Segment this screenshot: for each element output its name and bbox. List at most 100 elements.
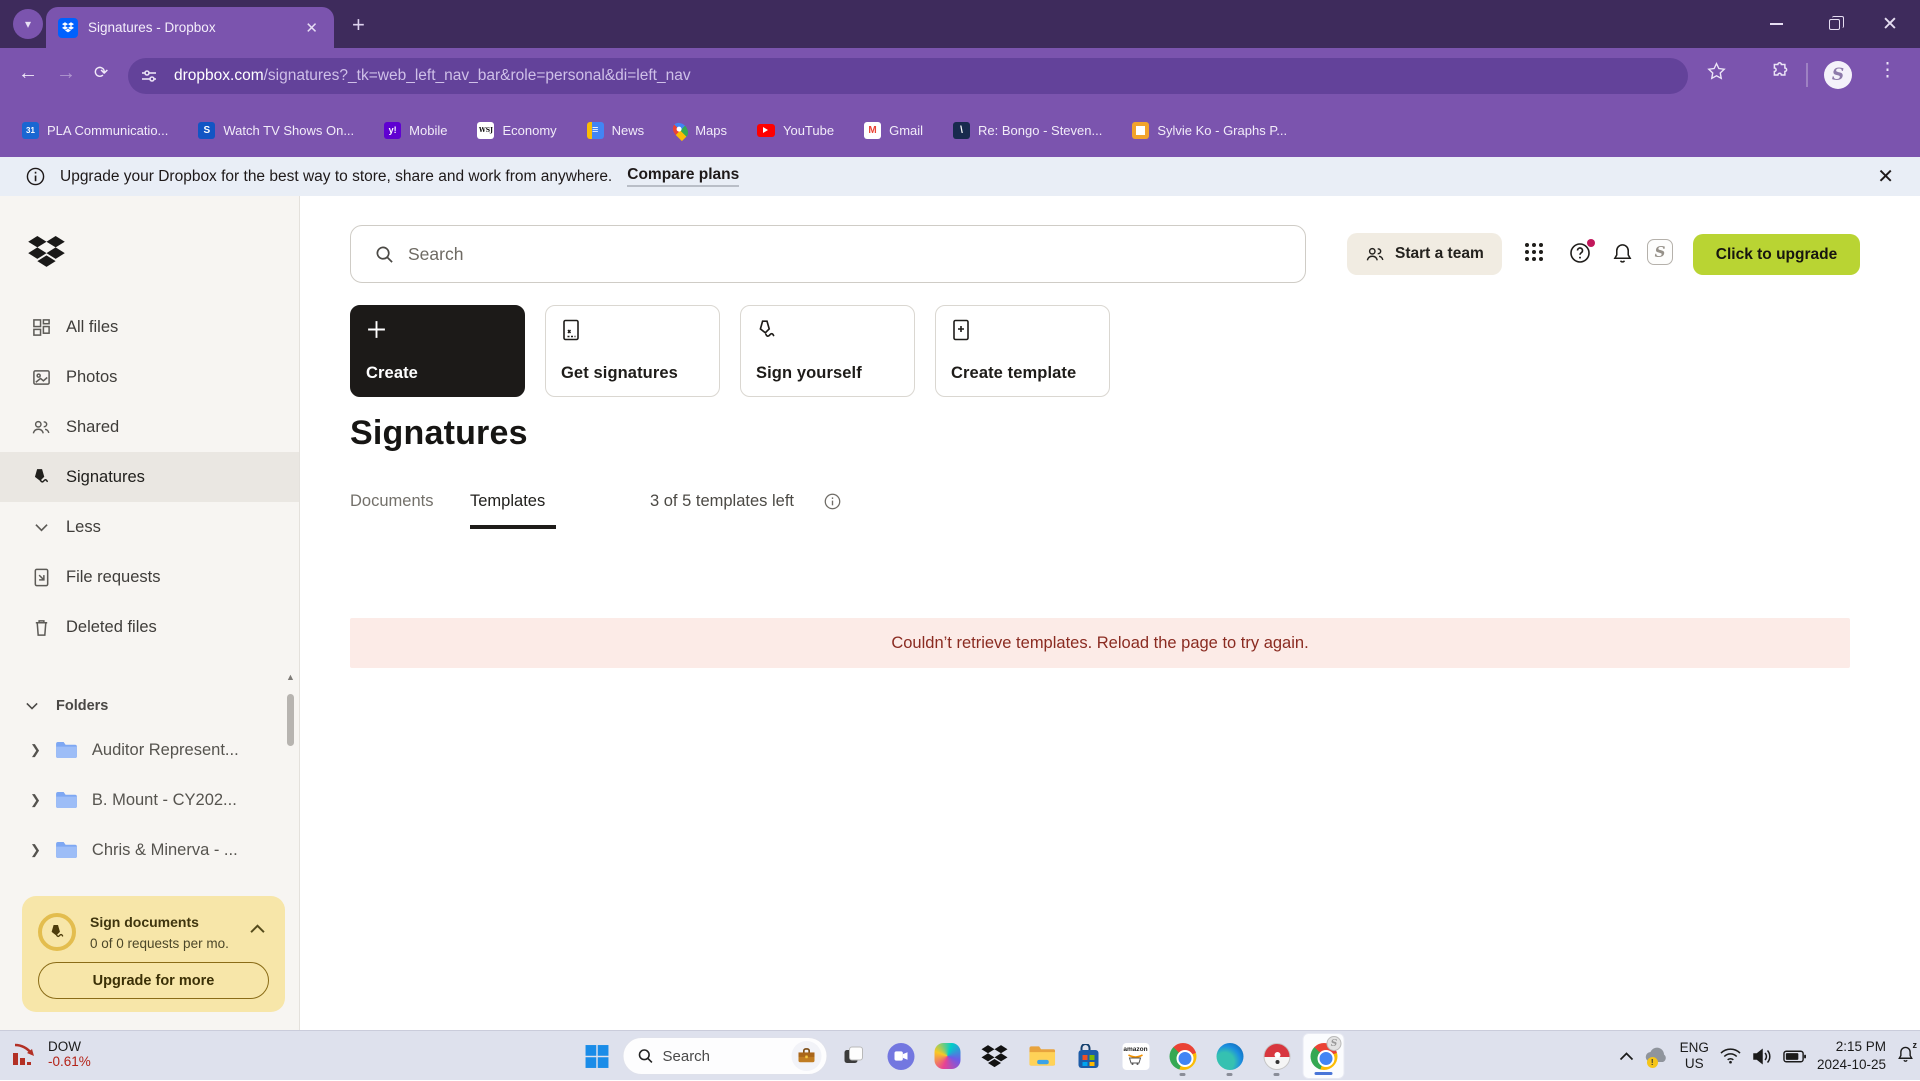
battery-icon[interactable] [1783,1050,1806,1063]
search-bar[interactable] [350,225,1306,283]
search-input[interactable] [408,243,1281,265]
upgrade-for-more-button[interactable]: Upgrade for more [38,962,269,999]
teams-chat-icon[interactable] [880,1033,922,1079]
dropbox-favicon [58,17,78,38]
browser-tab[interactable]: Signatures - Dropbox ✕ [46,7,334,48]
forward-button[interactable]: → [56,62,76,85]
new-tab-button[interactable]: + [352,12,365,38]
weather-alert-icon[interactable]: ! [1645,1046,1669,1068]
apps-grid-icon[interactable] [1524,242,1544,267]
sidebar-folder-chris-minerva[interactable]: ❯ Chris & Minerva - ... [0,825,299,875]
chevron-right-icon[interactable]: ❯ [30,742,41,758]
bookmark-item[interactable]: \ Re: Bongo - Steven... [953,121,1102,139]
wifi-icon[interactable] [1720,1048,1741,1064]
get-signatures-button[interactable]: Get signatures [545,305,720,397]
chevron-up-icon[interactable] [250,920,265,937]
bookmark-item[interactable]: M Gmail [864,121,923,139]
gmail-icon: M [864,121,882,139]
sidebar-item-all-files[interactable]: All files [0,302,299,352]
tray-chevron-up-icon[interactable] [1619,1051,1634,1061]
back-button[interactable]: ← [18,62,38,85]
site-settings-icon[interactable] [136,63,162,89]
tab-close-icon[interactable]: ✕ [301,17,322,39]
spectrum-icon: S [198,121,216,139]
window-minimize-button[interactable] [1748,0,1804,48]
taskbar-search[interactable] [622,1037,828,1075]
start-button[interactable] [576,1033,618,1079]
task-view-button[interactable] [833,1033,875,1079]
bookmark-item[interactable]: ≡ News [586,121,644,139]
tab-search-button[interactable]: ▾ [13,9,43,39]
microsoft-store-icon[interactable] [1068,1033,1110,1079]
sidebar-item-signatures[interactable]: Signatures [0,452,299,502]
chevron-right-icon[interactable]: ❯ [30,842,41,858]
file-explorer-icon[interactable] [1021,1033,1063,1079]
taskbar-search-input[interactable] [662,1047,763,1065]
create-button[interactable]: Create [350,305,525,397]
compare-plans-link[interactable]: Compare plans [627,166,740,187]
bell-icon[interactable] [1612,242,1633,269]
scroll-up-icon[interactable]: ▲ [286,672,295,682]
bookmark-item[interactable]: Maps [670,119,727,141]
window-restore-button[interactable] [1806,0,1862,48]
sidebar-item-shared[interactable]: Shared [0,402,299,452]
folders-header[interactable]: Folders [0,690,299,722]
tab-templates[interactable]: Templates [470,492,545,511]
browser-titlebar: ▾ Signatures - Dropbox ✕ + ✕ [0,0,1920,48]
sidebar-folder-bmount[interactable]: ❯ B. Mount - CY202... [0,775,299,825]
taskbar-clock[interactable]: 2:15 PM 2024-10-25 [1817,1038,1886,1073]
account-avatar[interactable]: S [1647,239,1673,265]
edge-icon[interactable] [1209,1033,1251,1079]
bookmark-item[interactable]: 31 PLA Communicatio... [22,121,168,139]
scrollbar-thumb[interactable] [287,694,294,746]
notifications-bell-icon[interactable]: z [1897,1040,1917,1068]
create-template-button[interactable]: Create template [935,305,1110,397]
banner-close-icon[interactable]: ✕ [1877,164,1894,189]
chevron-right-icon[interactable]: ❯ [30,792,41,808]
sidebar-item-file-requests[interactable]: File requests [0,552,299,602]
sidebar-folder-auditor[interactable]: ❯ Auditor Represent... [0,725,299,775]
info-icon[interactable] [824,493,841,515]
quota-title: Sign documents [90,914,199,930]
bookmark-star-icon[interactable] [1706,61,1727,87]
folder-icon [55,791,77,809]
browser-profile-avatar[interactable]: S [1824,61,1852,89]
copilot-icon[interactable] [927,1033,969,1079]
start-a-team-button[interactable]: Start a team [1347,233,1502,275]
bookmark-item[interactable]: WSJ Economy [477,121,557,139]
bookmark-item[interactable]: S Watch TV Shows On... [198,121,354,139]
sidebar-item-deleted-files[interactable]: Deleted files [0,602,299,652]
bookmark-item[interactable]: YouTube [756,123,834,138]
window-close-button[interactable]: ✕ [1862,0,1918,48]
bookmark-item[interactable]: Sylvie Ko - Graphs P... [1132,121,1287,139]
bookmark-item[interactable]: y! Mobile [384,121,447,139]
taskbar-stock-widget[interactable]: DOW -0.61% [10,1039,91,1069]
language-indicator[interactable]: ENG US [1680,1040,1709,1072]
search-icon [638,1049,653,1063]
chrome-icon[interactable] [1162,1033,1204,1079]
click-to-upgrade-button[interactable]: Click to upgrade [1693,234,1860,275]
tab-documents[interactable]: Documents [350,492,433,511]
browser-menu-icon[interactable]: ⋮ [1878,59,1897,82]
extensions-icon[interactable] [1770,61,1791,87]
quota-subtitle: 0 of 0 requests per mo. [90,936,229,951]
banner-message: Upgrade your Dropbox for the best way to… [60,167,613,185]
page-title: Signatures [350,414,528,452]
password-manager-icon[interactable] [1256,1033,1298,1079]
dropbox-logo[interactable] [28,236,65,273]
sidebar-scrollbar[interactable]: ▲ ▼ [286,672,295,1056]
info-icon [26,167,45,186]
sidebar-item-less[interactable]: Less [0,502,299,552]
sidebar-item-photos[interactable]: Photos [0,352,299,402]
url-text: dropbox.com/signatures?_tk=web_left_nav_… [174,67,691,84]
dropbox-app-icon[interactable] [974,1033,1016,1079]
reload-button[interactable]: ⟳ [94,63,108,83]
address-bar[interactable]: dropbox.com/signatures?_tk=web_left_nav_… [128,58,1688,94]
help-icon[interactable] [1569,239,1595,269]
doc-yellow-icon [1132,121,1150,139]
sign-yourself-button[interactable]: Sign yourself [740,305,915,397]
chrome-sign-profile-icon[interactable]: S [1302,1033,1345,1079]
google-calendar-icon: 31 [22,121,39,139]
amazon-icon[interactable]: amazon [1115,1033,1157,1079]
volume-icon[interactable] [1752,1047,1772,1065]
